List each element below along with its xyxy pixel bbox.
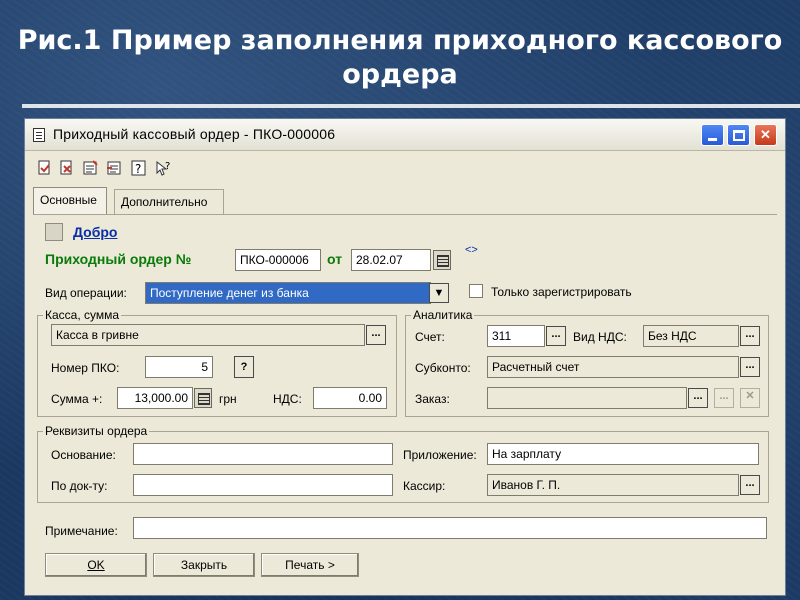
approve-link[interactable]: Добро [73,224,117,240]
ok-button[interactable]: OK [45,553,147,577]
sum-label: Сумма +: [51,392,103,406]
kassa-field[interactable]: Касса в гривне [51,324,365,346]
by-doc-label: По док-ту: [51,479,108,493]
register-only-checkbox[interactable] [469,284,483,298]
tab-main[interactable]: Основные [33,187,107,215]
post-icon[interactable] [81,159,101,179]
close-button[interactable]: ✕ [754,124,777,146]
calculator-icon[interactable] [194,388,212,408]
slide-title: Рис.1 Пример заполнения приходного кассо… [0,24,800,92]
subconto-field[interactable]: Расчетный счет [487,356,739,378]
operation-label: Вид операции: [45,286,127,300]
print-button[interactable]: Печать > [261,553,359,577]
by-doc-field[interactable] [133,474,393,496]
cash-receipt-window: Приходный кассовый ордер - ПКО-000006 ✕ … [24,118,786,596]
cashier-select-button[interactable]: ... [740,475,760,495]
chevron-down-icon[interactable]: ▼ [429,283,449,303]
tab-additional[interactable]: Дополнительно [114,189,224,215]
order-label: Заказ: [415,392,450,406]
attachment-field[interactable]: На зарплату [487,443,759,465]
close-form-button[interactable]: Закрыть [153,553,255,577]
document-icon [33,128,45,142]
account-field[interactable]: 311 [487,325,545,347]
window-titlebar[interactable]: Приходный кассовый ордер - ПКО-000006 ✕ [25,119,785,151]
kassa-group-title: Касса, сумма [43,308,122,322]
currency-label: грн [219,392,237,406]
order-number-field[interactable]: ПКО-000006 [235,249,321,271]
subconto-label: Субконто: [415,361,471,375]
close-form-button-label: Закрыть [180,558,228,572]
sum-field[interactable]: 13,000.00 [117,387,193,409]
slide-title-line-2: ордера [342,59,458,90]
requisites-group-title: Реквизиты ордера [43,424,150,438]
date-label: от [327,251,343,267]
account-select-button[interactable]: ... [546,326,566,346]
svg-text:?: ? [135,162,141,176]
unpost-icon[interactable] [105,159,125,179]
operation-select[interactable]: Поступление денег из банка [145,282,431,304]
tab-divider [33,214,777,215]
whats-this-icon[interactable]: ? [153,159,173,179]
swap-icon[interactable]: <> [465,244,478,256]
pko-number-field[interactable]: 5 [145,356,213,378]
vat-type-select-button[interactable]: ... [740,326,760,346]
maximize-button[interactable] [727,124,750,146]
minimize-button[interactable] [701,124,724,146]
vat-label: НДС: [273,392,302,406]
register-only-label: Только зарегистрировать [491,285,632,299]
order-number-label: Приходный ордер № [45,251,192,267]
vat-type-label: Вид НДС: [573,330,627,344]
approve-checkbox[interactable] [45,223,63,241]
window-title: Приходный кассовый ордер - ПКО-000006 [53,126,336,142]
analytics-group-title: Аналитика [411,308,475,322]
vat-field[interactable]: 0.00 [313,387,387,409]
basis-label: Основание: [51,448,116,462]
print-button-label: Печать > [285,558,335,572]
svg-text:?: ? [165,161,170,172]
date-field[interactable]: 28.02.07 [351,249,431,271]
delete-document-icon[interactable] [57,159,77,179]
pko-help-button[interactable]: ? [234,356,254,378]
order-clear-icon[interactable]: ✕ [740,388,760,408]
title-divider [22,104,800,108]
slide-title-line-1: Рис.1 Пример заполнения приходного кассо… [17,25,783,56]
new-document-icon[interactable] [35,159,55,179]
note-field[interactable] [133,517,767,539]
order-field[interactable] [487,387,687,409]
vat-type-field[interactable]: Без НДС [643,325,739,347]
minimize-icon [708,138,717,141]
help-icon[interactable]: ? [129,159,149,179]
cashier-label: Кассир: [403,479,446,493]
calendar-icon[interactable] [433,250,451,270]
note-label: Примечание: [45,524,118,538]
kassa-select-button[interactable]: ... [366,325,386,345]
ok-button-label: OK [87,558,105,572]
cashier-field[interactable]: Иванов Г. П. [487,474,739,496]
account-label: Счет: [415,330,445,344]
order-select-button[interactable]: ... [688,388,708,408]
maximize-icon [733,130,745,141]
pko-number-label: Номер ПКО: [51,361,120,375]
order-open-button[interactable]: ... [714,388,734,408]
subconto-select-button[interactable]: ... [740,357,760,377]
basis-field[interactable] [133,443,393,465]
attachment-label: Приложение: [403,448,477,462]
